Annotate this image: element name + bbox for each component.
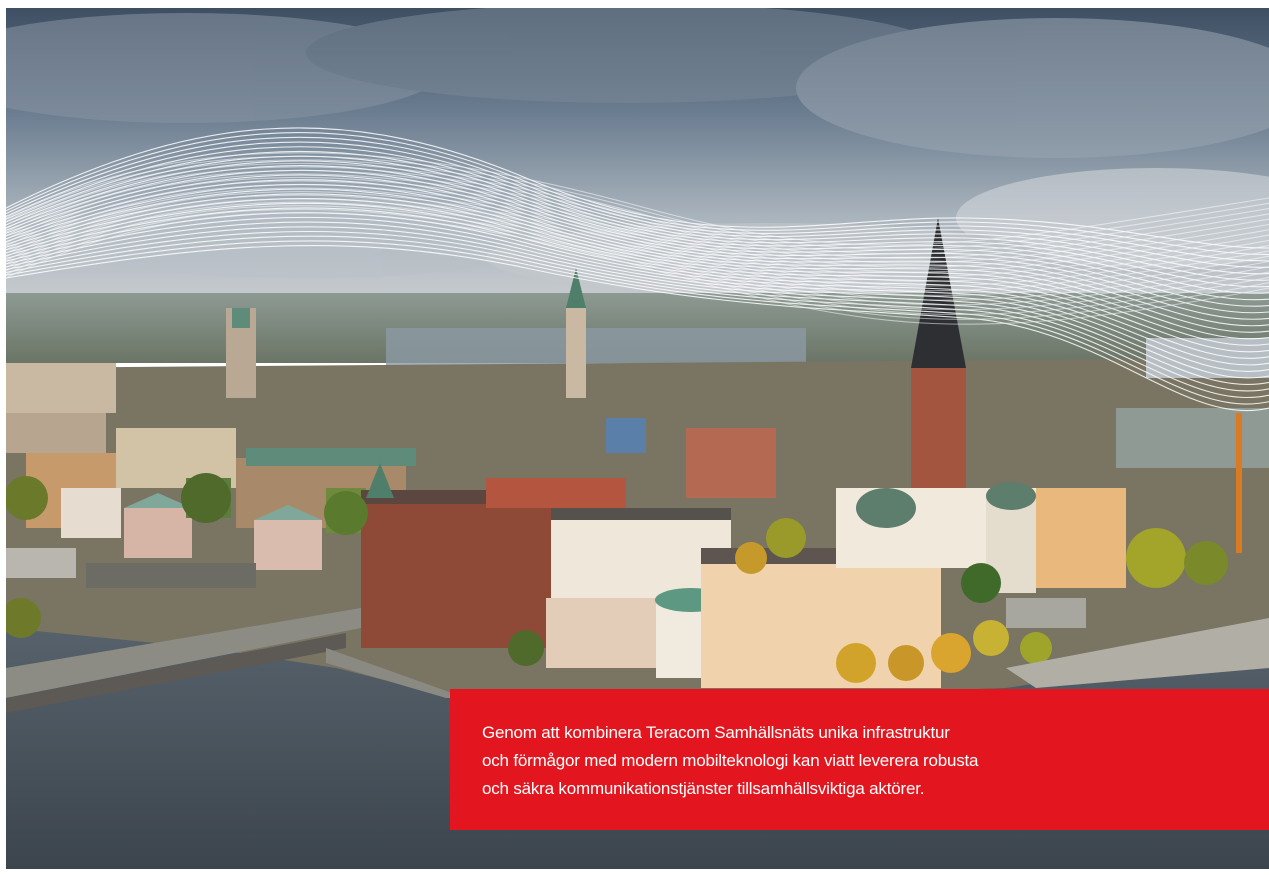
hero-image-frame: Genom att kombinera Teracom Samhällsnäts…	[6, 8, 1269, 869]
far-water	[386, 328, 806, 368]
caption-box: Genom att kombinera Teracom Samhällsnäts…	[450, 689, 1269, 830]
caption-text: Genom att kombinera Teracom Samhällsnäts…	[482, 723, 979, 798]
